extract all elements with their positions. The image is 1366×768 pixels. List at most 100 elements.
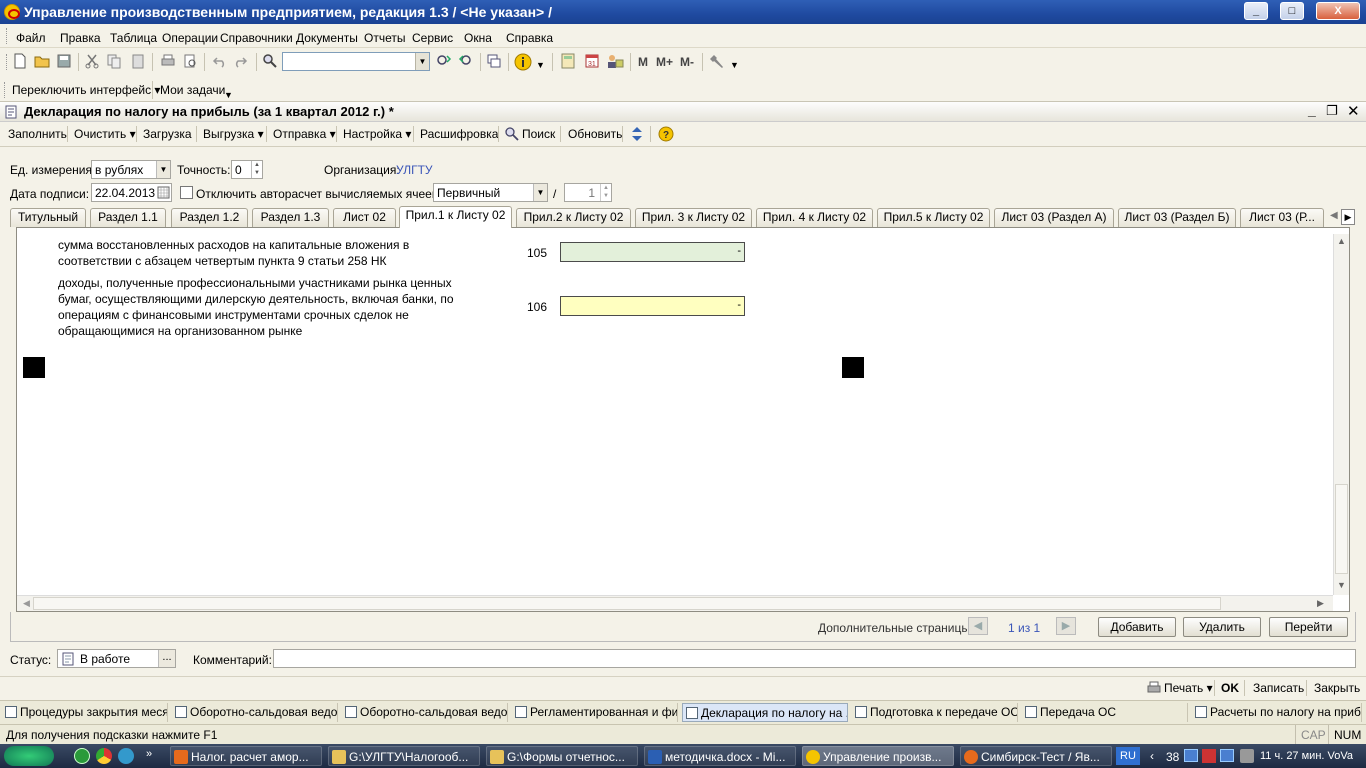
- window-tab[interactable]: Расчеты по налогу на приб...: [1192, 703, 1362, 722]
- menu-operations[interactable]: Операции: [162, 31, 218, 45]
- menu-documents[interactable]: Документы: [296, 31, 358, 45]
- decode-button[interactable]: Расшифровка: [420, 127, 498, 141]
- menu-file[interactable]: Файл: [16, 31, 46, 45]
- vertical-scrollbar[interactable]: ▲ ▼: [1333, 234, 1349, 595]
- search-next-icon[interactable]: [436, 53, 452, 69]
- window-tab[interactable]: Процедуры закрытия меся...: [2, 703, 168, 722]
- tab-section-1-1[interactable]: Раздел 1.1: [90, 208, 166, 227]
- menu-edit[interactable]: Правка: [60, 31, 101, 45]
- form-restore-button[interactable]: ❐: [1326, 103, 1338, 119]
- panel-grip[interactable]: [4, 82, 7, 98]
- form-minimize-button[interactable]: _: [1308, 102, 1316, 118]
- menu-reports[interactable]: Отчеты: [364, 31, 405, 45]
- print-button[interactable]: Печать ▾: [1164, 681, 1213, 695]
- my-tasks-button[interactable]: Мои задачи: [160, 83, 225, 97]
- menu-catalogs[interactable]: Справочники: [220, 31, 293, 45]
- maximize-button[interactable]: □: [1280, 2, 1304, 20]
- undo-icon[interactable]: [212, 53, 228, 69]
- print-preview-icon[interactable]: [182, 53, 198, 69]
- close-button[interactable]: X: [1316, 2, 1360, 20]
- chrome-icon[interactable]: [96, 748, 112, 764]
- tab-section-1-3[interactable]: Раздел 1.3: [252, 208, 329, 227]
- status-field[interactable]: В работе ...: [57, 649, 176, 668]
- tray-expand-icon[interactable]: ‹: [1150, 749, 1154, 763]
- tab-sheet-03-section-b[interactable]: Лист 03 (Раздел Б): [1118, 208, 1236, 227]
- declaration-type-select[interactable]: Первичный ▼: [433, 183, 548, 202]
- search-input[interactable]: ▼: [282, 52, 430, 71]
- memory-minus-button[interactable]: M-: [680, 55, 694, 69]
- windows-icon[interactable]: [486, 53, 502, 69]
- horizontal-scrollbar[interactable]: ◀ ▶: [17, 595, 1333, 611]
- tab-sheet-03-section-a[interactable]: Лист 03 (Раздел А): [994, 208, 1114, 227]
- calculator-icon[interactable]: [560, 53, 576, 69]
- scroll-left-icon[interactable]: ◀: [23, 598, 30, 609]
- tab-sheet-03-section-c[interactable]: Лист 03 (Р...: [1240, 208, 1324, 227]
- printer-icon[interactable]: [1147, 681, 1161, 694]
- tab-sheet-02[interactable]: Лист 02: [333, 208, 396, 227]
- tab-title-page[interactable]: Титульный: [10, 208, 86, 227]
- network-icon[interactable]: [1184, 749, 1198, 762]
- tab-annex-2-sheet-02[interactable]: Прил.2 к Листу 02: [516, 208, 631, 227]
- scroll-right-icon[interactable]: ▶: [1317, 598, 1324, 609]
- security-alert-icon[interactable]: [1202, 749, 1216, 763]
- chevron-down-icon[interactable]: ▼: [730, 60, 739, 70]
- taskbar-item[interactable]: Налог. расчет амор...: [170, 746, 322, 766]
- taskbar-item[interactable]: Симбирск-Тест / Яв...: [960, 746, 1112, 766]
- comment-input[interactable]: [273, 649, 1356, 668]
- memory-plus-button[interactable]: M+: [656, 55, 673, 69]
- tabs-scroll-left-icon[interactable]: ◀: [1330, 210, 1338, 221]
- expand-collapse-icon[interactable]: [630, 126, 644, 142]
- chevron-down-icon[interactable]: ▼: [415, 53, 429, 70]
- print-icon[interactable]: [160, 53, 176, 69]
- tab-annex-5-sheet-02[interactable]: Прил.5 к Листу 02: [877, 208, 990, 227]
- precision-stepper[interactable]: 0 ▲ ▼: [231, 160, 263, 179]
- row-105-value-cell[interactable]: -: [560, 242, 745, 262]
- info-icon[interactable]: [514, 53, 532, 71]
- redo-icon[interactable]: [232, 53, 248, 69]
- minimize-button[interactable]: _: [1244, 2, 1268, 20]
- row-106-value-cell[interactable]: -: [560, 296, 745, 316]
- menu-windows[interactable]: Окна: [464, 31, 492, 45]
- tools-icon[interactable]: [710, 53, 726, 69]
- search-prev-icon[interactable]: [458, 53, 474, 69]
- language-indicator[interactable]: RU: [1116, 747, 1140, 765]
- chevron-down-icon[interactable]: ▼: [224, 90, 233, 100]
- correction-number-stepper[interactable]: 1 ▲ ▼: [564, 183, 612, 202]
- chevron-down-icon[interactable]: ▼: [533, 184, 547, 201]
- delete-page-button[interactable]: Удалить: [1183, 617, 1261, 637]
- tab-section-1-2[interactable]: Раздел 1.2: [171, 208, 248, 227]
- next-page-icon[interactable]: ▶: [1056, 617, 1076, 635]
- paste-icon[interactable]: [130, 53, 146, 69]
- export-button[interactable]: Выгрузка ▾: [203, 127, 264, 141]
- settings-button[interactable]: Настройка ▾: [343, 127, 411, 141]
- search-button[interactable]: Поиск: [522, 127, 555, 141]
- scroll-thumb[interactable]: [1335, 484, 1348, 574]
- chevron-down-icon[interactable]: ▼: [536, 60, 545, 70]
- hscroll-thumb[interactable]: [33, 597, 1221, 610]
- refresh-button[interactable]: Обновить: [568, 127, 622, 141]
- save-button[interactable]: Записать: [1253, 681, 1304, 695]
- ok-button[interactable]: OK: [1221, 681, 1239, 695]
- switch-interface-button[interactable]: Переключить интерфейс ▾: [12, 83, 160, 97]
- tab-annex-1-sheet-02[interactable]: Прил.1 к Листу 02: [399, 206, 512, 228]
- display-icon[interactable]: [1220, 749, 1234, 762]
- calendar-icon[interactable]: 31: [584, 53, 600, 69]
- tab-annex-3-sheet-02[interactable]: Прил. 3 к Листу 02: [635, 208, 752, 227]
- window-tab[interactable]: Передача ОС: [1022, 703, 1188, 722]
- toolbar-grip[interactable]: [6, 54, 9, 70]
- scroll-up-icon[interactable]: ▲: [1337, 236, 1346, 246]
- chevron-right-icon[interactable]: »: [146, 748, 152, 760]
- stepper-arrows-icon[interactable]: ▲ ▼: [251, 161, 262, 178]
- quicklaunch-icon[interactable]: [74, 748, 90, 764]
- ellipsis-button[interactable]: ...: [158, 650, 175, 667]
- clear-button[interactable]: Очистить ▾: [74, 127, 136, 141]
- sign-date-field[interactable]: 22.04.2013: [91, 183, 172, 202]
- tab-annex-4-sheet-02[interactable]: Прил. 4 к Листу 02: [756, 208, 873, 227]
- goto-page-button[interactable]: Перейти: [1269, 617, 1348, 637]
- open-folder-icon[interactable]: [34, 53, 50, 69]
- menu-service[interactable]: Сервис: [412, 31, 453, 45]
- autocalc-checkbox[interactable]: [180, 186, 193, 199]
- users-icon[interactable]: [606, 53, 624, 69]
- volume-icon[interactable]: [1240, 749, 1254, 763]
- menu-grip[interactable]: [6, 28, 9, 44]
